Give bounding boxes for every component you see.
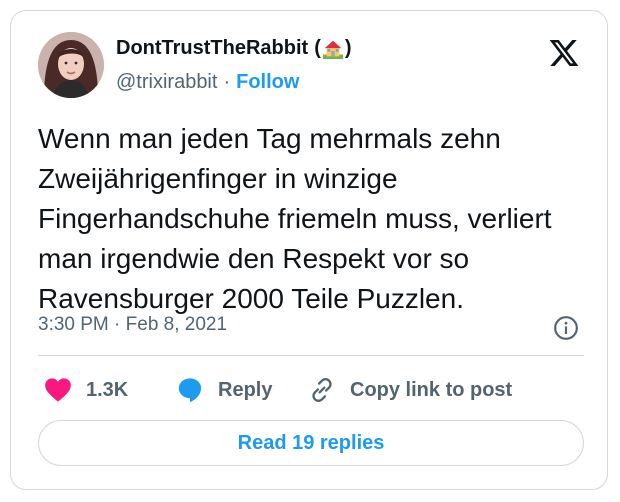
like-count: 1.3K [86,378,129,401]
copy-link-label: Copy link to post [350,378,513,401]
x-logo-icon[interactable] [547,37,581,69]
paren-close: ) [344,37,352,59]
house-with-garden-icon [322,40,343,59]
author-name-row[interactable]: DontTrustTheRabbit ( ) [116,37,352,60]
read-replies-button[interactable]: Read 19 replies [38,420,584,466]
tweet-card: DontTrustTheRabbit ( ) @trixirabbit · Fo… [10,10,608,490]
like-button[interactable]: 1.3K [44,370,128,410]
heart-icon [45,378,71,402]
author-display-name[interactable]: DontTrustTheRabbit [116,37,308,60]
separator: · [114,314,121,335]
copy-link-button[interactable]: Copy link to post [308,370,512,410]
author-handle-row: @trixirabbit · Follow [116,71,299,94]
tweet-date[interactable]: Feb 8, 2021 [126,314,227,335]
separator: · [223,71,231,93]
reply-bubble-icon [178,378,202,403]
follow-button[interactable]: Follow [236,71,299,94]
tweet-timestamp[interactable]: 3:30 PM · Feb 8, 2021 [38,314,227,336]
author-handle[interactable]: @trixirabbit [116,71,217,94]
action-bar: 1.3K Reply Copy link to post [38,370,584,410]
reply-button[interactable]: Reply [176,370,272,410]
avatar[interactable] [38,32,104,98]
avatar-image [38,32,104,98]
paren-open: ( [314,37,321,59]
divider [38,355,584,356]
info-icon[interactable] [553,315,579,341]
reply-label: Reply [218,378,273,401]
tweet-text: Wenn man jeden Tag mehrmals zehn Zweijäh… [38,123,552,314]
tweet-time[interactable]: 3:30 PM [38,314,109,335]
link-icon [312,378,332,402]
